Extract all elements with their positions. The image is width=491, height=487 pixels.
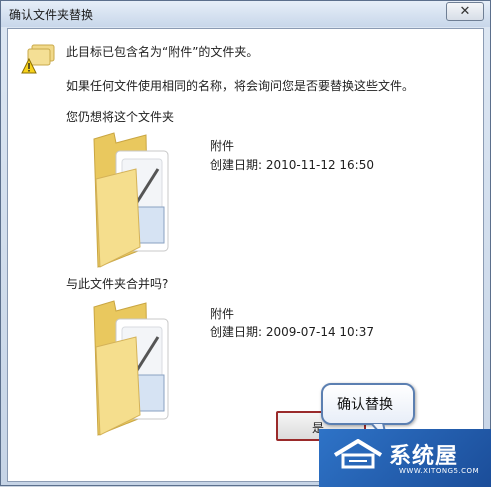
- callout-bubble: 确认替换: [321, 383, 415, 425]
- house-logo-icon: [333, 439, 383, 469]
- callout-text: 确认替换: [337, 397, 393, 413]
- message-text: 此目标已包含名为“附件”的文件夹。: [66, 45, 259, 59]
- explanation-text: 如果任何文件使用相同的名称，将会询问您是否要替换这些文件。: [66, 79, 415, 93]
- source-folder-date: 创建日期: 2010-11-12 16:50: [210, 158, 374, 172]
- folder-icon: [93, 300, 169, 436]
- source-folder-name: 附件: [210, 139, 235, 153]
- watermark-logo: 系统屋 WWW.XITONG5.COM: [319, 429, 491, 487]
- folder-icon: [93, 132, 169, 268]
- warning-folder-icon: [21, 44, 55, 74]
- title-bar[interactable]: 确认文件夹替换 ✕: [1, 1, 490, 27]
- target-folder-option[interactable]: [86, 297, 176, 437]
- prompt-keep-text: 您仍想将这个文件夹: [66, 110, 175, 124]
- watermark-url: WWW.XITONG5.COM: [399, 467, 480, 475]
- source-folder-option[interactable]: [86, 129, 176, 269]
- target-folder-date: 创建日期: 2009-07-14 10:37: [210, 325, 374, 339]
- watermark-title: 系统屋: [389, 443, 459, 469]
- confirm-folder-replace-dialog: 确认文件夹替换 ✕ 此目标已包含名为“附件”的文件夹。 如果任何文件使用相同的名…: [0, 0, 491, 487]
- window-title: 确认文件夹替换: [9, 8, 94, 22]
- close-button[interactable]: ✕: [446, 2, 484, 21]
- close-icon: ✕: [459, 4, 471, 19]
- target-folder-name: 附件: [210, 307, 235, 321]
- prompt-merge-text: 与此文件夹合并吗?: [66, 277, 169, 291]
